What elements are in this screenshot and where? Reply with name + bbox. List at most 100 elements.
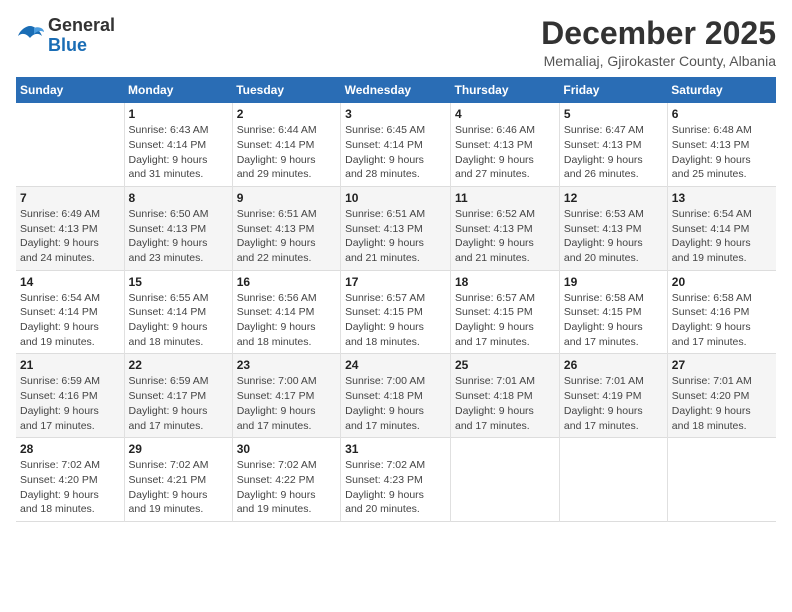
day-number: 9 [237, 191, 336, 205]
header-wednesday: Wednesday [341, 77, 451, 103]
day-info: Sunrise: 6:50 AMSunset: 4:13 PMDaylight:… [129, 207, 228, 266]
day-info: Sunrise: 6:55 AMSunset: 4:14 PMDaylight:… [129, 291, 228, 350]
calendar-header: Sunday Monday Tuesday Wednesday Thursday… [16, 77, 776, 103]
day-number: 29 [129, 442, 228, 456]
day-number: 14 [20, 275, 120, 289]
day-number: 23 [237, 358, 336, 372]
table-row: 11 Sunrise: 6:52 AMSunset: 4:13 PMDayligh… [451, 186, 560, 270]
title-block: December 2025 Memaliaj, Gjirokaster Coun… [541, 16, 776, 69]
day-info: Sunrise: 7:01 AMSunset: 4:20 PMDaylight:… [672, 374, 772, 433]
day-info: Sunrise: 6:57 AMSunset: 4:15 PMDaylight:… [345, 291, 446, 350]
header-sunday: Sunday [16, 77, 124, 103]
day-info: Sunrise: 7:01 AMSunset: 4:18 PMDaylight:… [455, 374, 555, 433]
calendar-body: 1 Sunrise: 6:43 AMSunset: 4:14 PMDaylight… [16, 103, 776, 521]
day-info: Sunrise: 6:59 AMSunset: 4:16 PMDaylight:… [20, 374, 120, 433]
day-info: Sunrise: 7:01 AMSunset: 4:19 PMDaylight:… [564, 374, 663, 433]
day-info: Sunrise: 7:02 AMSunset: 4:20 PMDaylight:… [20, 458, 120, 517]
day-info: Sunrise: 6:48 AMSunset: 4:13 PMDaylight:… [672, 123, 772, 182]
table-row: 3 Sunrise: 6:45 AMSunset: 4:14 PMDaylight… [341, 103, 451, 186]
day-info: Sunrise: 6:57 AMSunset: 4:15 PMDaylight:… [455, 291, 555, 350]
day-number: 1 [129, 107, 228, 121]
table-row [451, 438, 560, 522]
day-number: 11 [455, 191, 555, 205]
day-info: Sunrise: 6:54 AMSunset: 4:14 PMDaylight:… [672, 207, 772, 266]
day-info: Sunrise: 7:02 AMSunset: 4:23 PMDaylight:… [345, 458, 446, 517]
table-row: 18 Sunrise: 6:57 AMSunset: 4:15 PMDayligh… [451, 270, 560, 354]
table-row: 26 Sunrise: 7:01 AMSunset: 4:19 PMDayligh… [559, 354, 667, 438]
day-info: Sunrise: 6:58 AMSunset: 4:15 PMDaylight:… [564, 291, 663, 350]
table-row: 27 Sunrise: 7:01 AMSunset: 4:20 PMDayligh… [667, 354, 776, 438]
table-row: 22 Sunrise: 6:59 AMSunset: 4:17 PMDayligh… [124, 354, 232, 438]
day-number: 27 [672, 358, 772, 372]
table-row: 13 Sunrise: 6:54 AMSunset: 4:14 PMDayligh… [667, 186, 776, 270]
day-number: 8 [129, 191, 228, 205]
day-number: 13 [672, 191, 772, 205]
day-number: 18 [455, 275, 555, 289]
day-number: 28 [20, 442, 120, 456]
day-info: Sunrise: 7:00 AMSunset: 4:17 PMDaylight:… [237, 374, 336, 433]
day-number: 7 [20, 191, 120, 205]
day-number: 4 [455, 107, 555, 121]
day-info: Sunrise: 6:43 AMSunset: 4:14 PMDaylight:… [129, 123, 228, 182]
header: General Blue December 2025 Memaliaj, Gji… [16, 16, 776, 69]
day-number: 10 [345, 191, 446, 205]
day-number: 17 [345, 275, 446, 289]
table-row: 9 Sunrise: 6:51 AMSunset: 4:13 PMDaylight… [232, 186, 340, 270]
header-saturday: Saturday [667, 77, 776, 103]
table-row: 30 Sunrise: 7:02 AMSunset: 4:22 PMDayligh… [232, 438, 340, 522]
day-info: Sunrise: 6:54 AMSunset: 4:14 PMDaylight:… [20, 291, 120, 350]
day-number: 22 [129, 358, 228, 372]
day-info: Sunrise: 6:59 AMSunset: 4:17 PMDaylight:… [129, 374, 228, 433]
table-row: 15 Sunrise: 6:55 AMSunset: 4:14 PMDayligh… [124, 270, 232, 354]
day-number: 24 [345, 358, 446, 372]
day-number: 3 [345, 107, 446, 121]
month-title: December 2025 [541, 16, 776, 51]
table-row: 25Sunrise: 7:01 AMSunset: 4:18 PMDayligh… [451, 354, 560, 438]
day-number: 16 [237, 275, 336, 289]
table-row: 24 Sunrise: 7:00 AMSunset: 4:18 PMDayligh… [341, 354, 451, 438]
table-row: 10 Sunrise: 6:51 AMSunset: 4:13 PMDayligh… [341, 186, 451, 270]
day-number: 12 [564, 191, 663, 205]
table-row: 2 Sunrise: 6:44 AMSunset: 4:14 PMDaylight… [232, 103, 340, 186]
day-info: Sunrise: 7:02 AMSunset: 4:21 PMDaylight:… [129, 458, 228, 517]
day-number: 5 [564, 107, 663, 121]
table-row [16, 103, 124, 186]
table-row: 28 Sunrise: 7:02 AMSunset: 4:20 PMDayligh… [16, 438, 124, 522]
table-row: 5 Sunrise: 6:47 AMSunset: 4:13 PMDaylight… [559, 103, 667, 186]
header-tuesday: Tuesday [232, 77, 340, 103]
header-monday: Monday [124, 77, 232, 103]
day-number: 20 [672, 275, 772, 289]
day-info: Sunrise: 6:58 AMSunset: 4:16 PMDaylight:… [672, 291, 772, 350]
day-number: 31 [345, 442, 446, 456]
location-subtitle: Memaliaj, Gjirokaster County, Albania [541, 53, 776, 69]
day-number: 2 [237, 107, 336, 121]
day-number: 15 [129, 275, 228, 289]
table-row: 7 Sunrise: 6:49 AMSunset: 4:13 PMDaylight… [16, 186, 124, 270]
day-info: Sunrise: 6:51 AMSunset: 4:13 PMDaylight:… [345, 207, 446, 266]
day-number: 26 [564, 358, 663, 372]
day-info: Sunrise: 6:44 AMSunset: 4:14 PMDaylight:… [237, 123, 336, 182]
day-number: 30 [237, 442, 336, 456]
day-info: Sunrise: 6:52 AMSunset: 4:13 PMDaylight:… [455, 207, 555, 266]
logo: General Blue [16, 16, 115, 56]
header-friday: Friday [559, 77, 667, 103]
day-info: Sunrise: 7:00 AMSunset: 4:18 PMDaylight:… [345, 374, 446, 433]
table-row: 29 Sunrise: 7:02 AMSunset: 4:21 PMDayligh… [124, 438, 232, 522]
day-info: Sunrise: 6:56 AMSunset: 4:14 PMDaylight:… [237, 291, 336, 350]
table-row: 16 Sunrise: 6:56 AMSunset: 4:14 PMDayligh… [232, 270, 340, 354]
logo-text: General Blue [48, 16, 115, 56]
table-row: 8 Sunrise: 6:50 AMSunset: 4:13 PMDaylight… [124, 186, 232, 270]
day-number: 21 [20, 358, 120, 372]
day-info: Sunrise: 6:46 AMSunset: 4:13 PMDaylight:… [455, 123, 555, 182]
calendar-table: Sunday Monday Tuesday Wednesday Thursday… [16, 77, 776, 522]
table-row: 21 Sunrise: 6:59 AMSunset: 4:16 PMDayligh… [16, 354, 124, 438]
table-row: 20 Sunrise: 6:58 AMSunset: 4:16 PMDayligh… [667, 270, 776, 354]
table-row: 14 Sunrise: 6:54 AMSunset: 4:14 PMDayligh… [16, 270, 124, 354]
day-info: Sunrise: 7:02 AMSunset: 4:22 PMDaylight:… [237, 458, 336, 517]
day-number: 6 [672, 107, 772, 121]
day-info: Sunrise: 6:49 AMSunset: 4:13 PMDaylight:… [20, 207, 120, 266]
day-info: Sunrise: 6:51 AMSunset: 4:13 PMDaylight:… [237, 207, 336, 266]
table-row: 17 Sunrise: 6:57 AMSunset: 4:15 PMDayligh… [341, 270, 451, 354]
day-info: Sunrise: 6:45 AMSunset: 4:14 PMDaylight:… [345, 123, 446, 182]
day-info: Sunrise: 6:47 AMSunset: 4:13 PMDaylight:… [564, 123, 663, 182]
